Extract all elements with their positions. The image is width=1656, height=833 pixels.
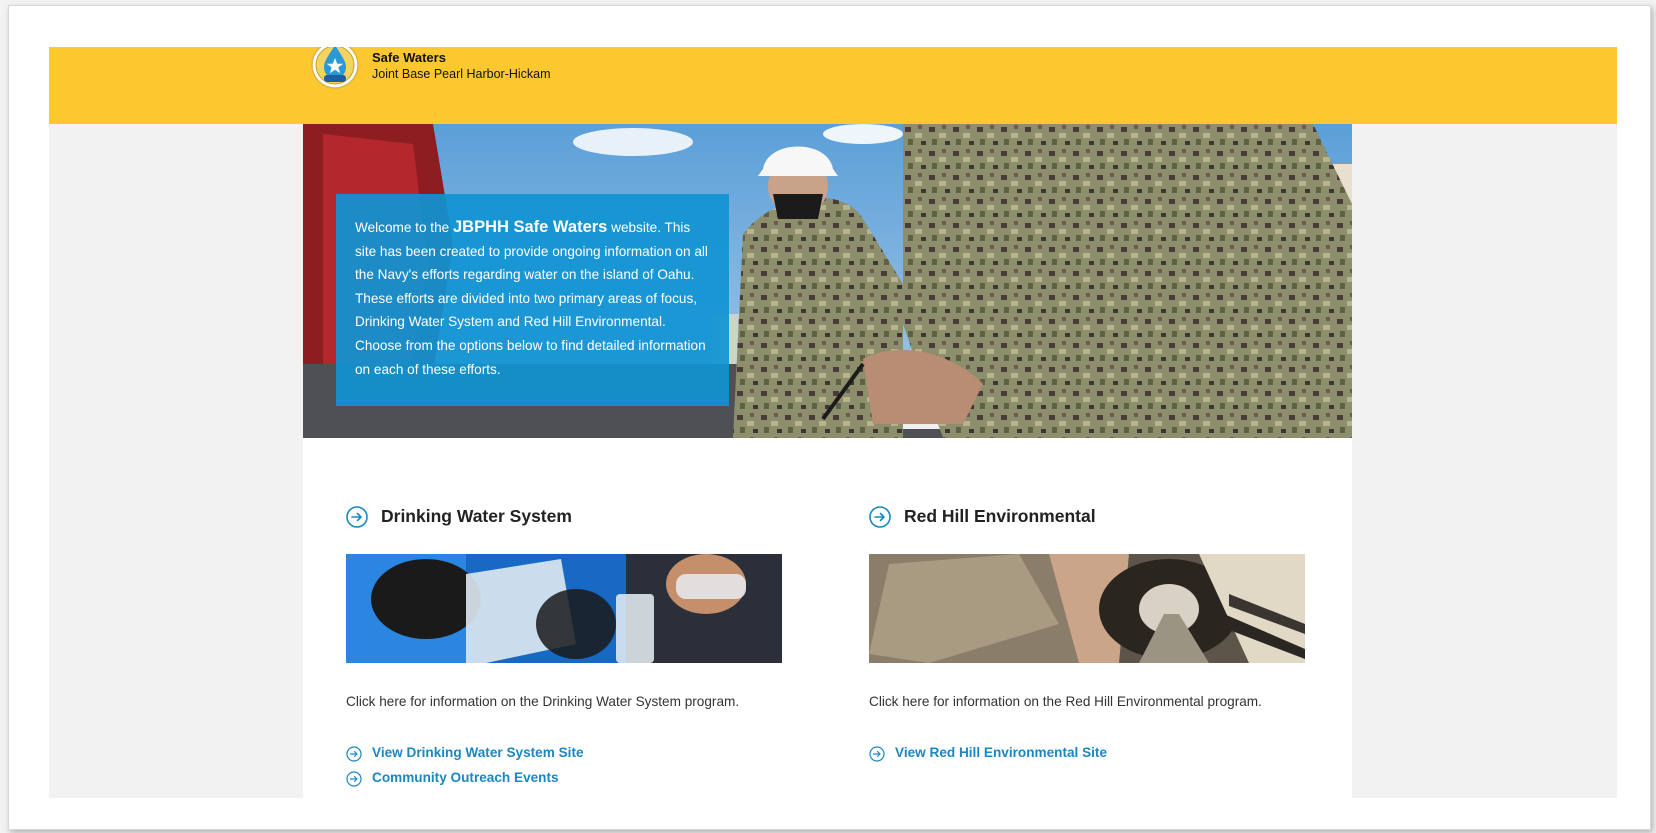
link-label[interactable]: Community Outreach Events — [372, 770, 559, 785]
drinking-water-photo — [346, 554, 782, 663]
site-header: Safe Waters Joint Base Pearl Harbor-Hick… — [49, 47, 1617, 124]
section-heading[interactable]: Drinking Water System — [346, 504, 782, 534]
red-hill-tunnel-photo — [869, 554, 1305, 663]
link-label[interactable]: View Red Hill Environmental Site — [895, 745, 1107, 760]
circle-arrow-right-icon — [869, 506, 891, 528]
drinking-water-image[interactable] — [346, 554, 782, 663]
main-content: Welcome to the JBPHH Safe Waters website… — [303, 124, 1352, 798]
section-description: Click here for information on the Drinki… — [346, 694, 740, 709]
circle-arrow-right-icon — [346, 771, 362, 787]
circle-arrow-right-icon — [346, 746, 362, 762]
section-title[interactable]: Red Hill Environmental — [904, 506, 1096, 527]
browser-frame: Safe Waters Joint Base Pearl Harbor-Hick… — [8, 5, 1651, 830]
site-title[interactable]: Safe Waters — [372, 50, 446, 65]
hero-banner: Welcome to the JBPHH Safe Waters website… — [303, 124, 1352, 438]
section-red-hill: Red Hill Environmental Click here for in… — [869, 504, 1305, 762]
logo-emblem-icon — [311, 47, 359, 89]
safe-waters-logo[interactable] — [311, 47, 359, 89]
site-subtitle: Joint Base Pearl Harbor-Hickam — [372, 67, 551, 81]
welcome-panel: Welcome to the JBPHH Safe Waters website… — [336, 194, 729, 406]
circle-arrow-right-icon — [346, 506, 368, 528]
section-heading[interactable]: Red Hill Environmental — [869, 504, 1305, 534]
circle-arrow-right-icon — [869, 746, 885, 762]
link-label[interactable]: View Drinking Water System Site — [372, 745, 584, 760]
welcome-prefix: Welcome to the — [355, 220, 453, 235]
section-drinking-water: Drinking Water System Click here for inf… — [346, 504, 782, 787]
welcome-body: website. This site has been created to p… — [355, 220, 708, 377]
page: Safe Waters Joint Base Pearl Harbor-Hick… — [49, 47, 1617, 798]
welcome-emphasis: JBPHH Safe Waters — [452, 218, 608, 236]
red-hill-image[interactable] — [869, 554, 1305, 663]
section-description: Click here for information on the Red Hi… — [869, 694, 1262, 709]
section-title[interactable]: Drinking Water System — [381, 506, 572, 527]
